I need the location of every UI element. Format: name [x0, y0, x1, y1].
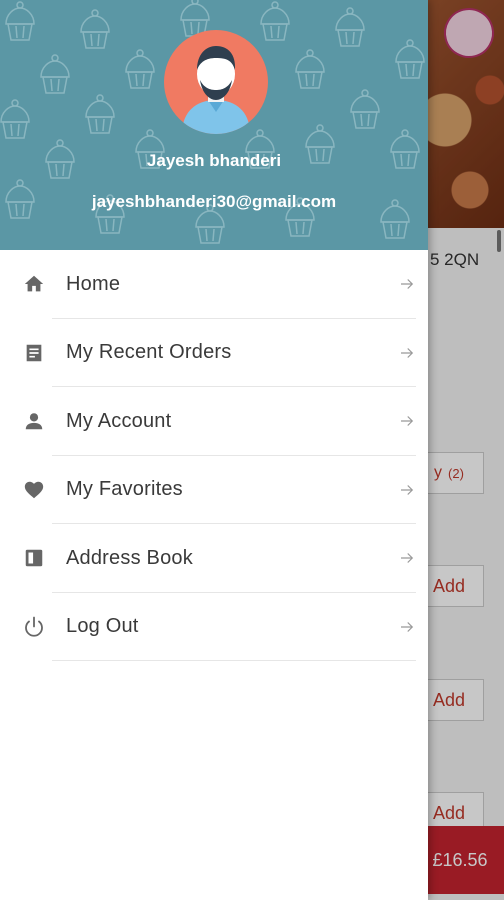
address-book-icon: [22, 546, 46, 570]
menu-item-recent-orders[interactable]: My Recent Orders: [0, 319, 428, 388]
menu-item-address-book[interactable]: Address Book: [0, 524, 428, 593]
arrow-right-icon: [401, 484, 414, 495]
menu-item-home[interactable]: Home: [0, 250, 428, 319]
user-name: Jayesh bhanderi: [146, 151, 282, 170]
user-email: jayeshbhanderi30@gmail.com: [91, 192, 337, 211]
menu-item-log-out[interactable]: Log Out: [0, 593, 428, 662]
menu-item-my-account[interactable]: My Account: [0, 387, 428, 456]
arrow-right-icon: [401, 553, 414, 564]
user-avatar-icon: [182, 46, 250, 134]
arrow-right-icon: [401, 416, 414, 427]
menu-item-label: My Recent Orders: [66, 341, 232, 364]
account-icon: [22, 409, 46, 433]
drawer-menu: Home My Recent Orders My Account My Favo…: [0, 250, 428, 661]
menu-item-label: Log Out: [66, 615, 139, 638]
arrow-right-icon: [401, 279, 414, 290]
menu-item-my-favorites[interactable]: My Favorites: [0, 456, 428, 525]
home-icon: [22, 272, 46, 296]
orders-icon: [22, 341, 46, 365]
arrow-right-icon: [401, 621, 414, 632]
menu-item-label: My Favorites: [66, 478, 183, 501]
menu-item-label: Home: [66, 272, 121, 295]
power-icon: [22, 615, 46, 639]
menu-item-label: My Account: [66, 409, 172, 432]
drawer-header: Jayesh bhanderi jayeshbhanderi30@gmail.c…: [0, 0, 428, 250]
heart-icon: [22, 478, 46, 502]
avatar[interactable]: [164, 30, 268, 134]
navigation-drawer: Jayesh bhanderi jayeshbhanderi30@gmail.c…: [0, 0, 428, 900]
menu-item-label: Address Book: [66, 546, 193, 569]
arrow-right-icon: [401, 347, 414, 358]
